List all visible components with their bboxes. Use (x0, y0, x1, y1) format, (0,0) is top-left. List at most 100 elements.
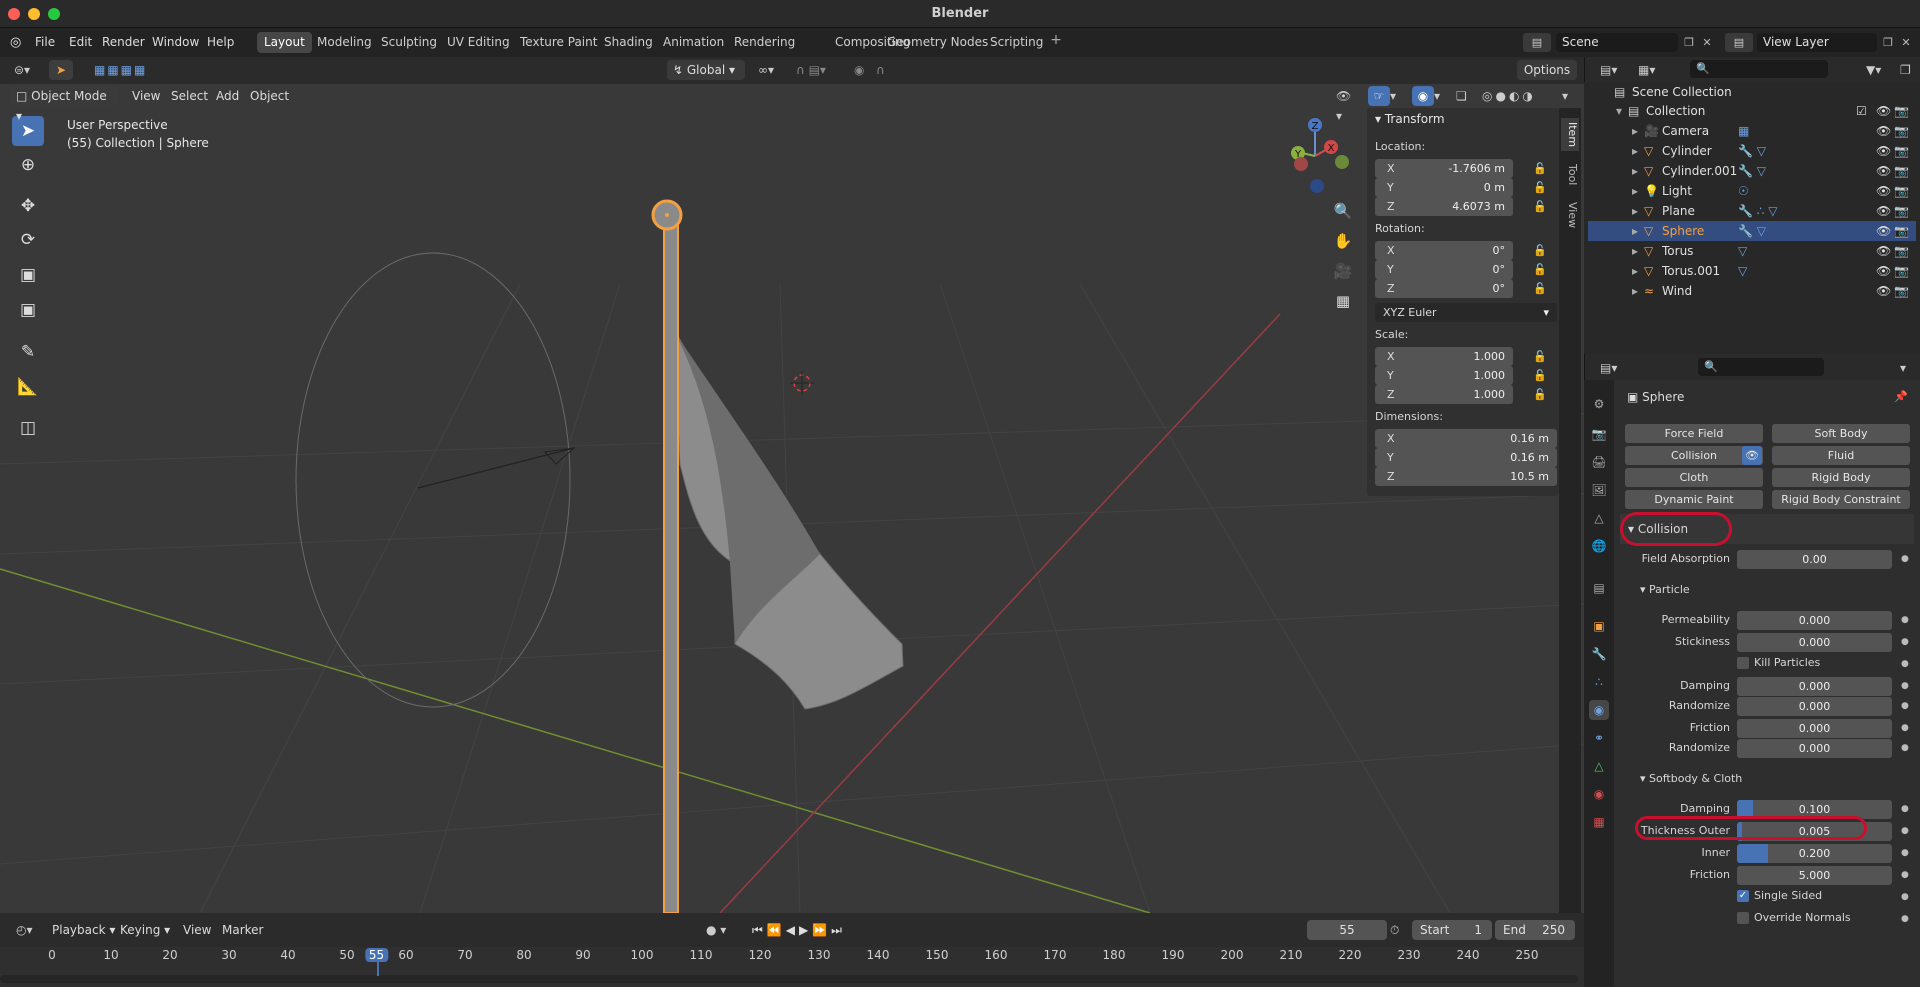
move-tool-icon[interactable]: ✥ (12, 191, 44, 221)
menu-marker[interactable]: Marker (216, 920, 269, 940)
expand-arrow-icon[interactable]: ▸ (1632, 201, 1638, 221)
stickiness-field[interactable]: 0.000 (1737, 633, 1892, 652)
menu-select[interactable]: Select (165, 86, 214, 106)
editor-type-icon[interactable]: ⊜▾ (8, 60, 40, 80)
keyframe-dot-icon[interactable]: ● (1901, 804, 1909, 814)
camera-render-icon[interactable]: 📷 (1894, 261, 1909, 281)
dimension-z-field[interactable]: Z 10.5 m (1375, 467, 1557, 486)
snapping-icon[interactable]: ∩ ▤▾ (790, 60, 840, 80)
navigation-gizmo[interactable]: Z X Y (1278, 110, 1360, 202)
outliner-item-cylinder-001[interactable]: ▸ ▽ Cylinder.001 🔧 ▽ 👁 📷 (1588, 161, 1916, 181)
view-layer-name-field[interactable]: View Layer (1757, 33, 1877, 52)
visibility-icon[interactable]: 👁▾ (1330, 86, 1360, 123)
dimension-y-field[interactable]: Y 0.16 m (1375, 448, 1557, 467)
add-cube-tool-icon[interactable]: ◫ (12, 413, 44, 443)
rotation-mode-dropdown[interactable]: XYZ Euler ▾ (1375, 303, 1557, 322)
flag-pole[interactable] (663, 211, 679, 913)
override-normals-checkbox[interactable] (1737, 912, 1749, 924)
camera-render-icon[interactable]: 📷 (1894, 281, 1909, 301)
keyframe-dot-icon[interactable]: ● (1901, 615, 1909, 625)
eye-icon[interactable]: 👁 (1876, 141, 1891, 161)
particle-header[interactable]: ▾ Particle (1640, 583, 1690, 596)
keyframe-dot-icon[interactable]: ● (1901, 870, 1909, 880)
eye-icon[interactable]: 👁 (1876, 241, 1891, 261)
view-layer-selector-icon[interactable]: ▤ (1725, 33, 1753, 52)
delete-scene-icon[interactable]: ✕ (1698, 33, 1716, 52)
mode-dropdown[interactable]: □ Object Mode ▾ (10, 86, 118, 123)
cursor-tool-icon[interactable]: ⊕ (12, 150, 44, 180)
rotation-x-field[interactable]: X 0° (1375, 241, 1513, 260)
new-scene-icon[interactable]: ❐ (1680, 33, 1698, 52)
expand-arrow-icon[interactable]: ▸ (1632, 281, 1638, 301)
tab-animation[interactable]: Animation (656, 32, 731, 53)
output-tab-icon[interactable]: 🖨 (1589, 452, 1609, 472)
tab-shading[interactable]: Shading (597, 32, 660, 53)
dynamic-paint-button[interactable]: Dynamic Paint (1625, 490, 1763, 509)
location-z-field[interactable]: Z 4.6073 m (1375, 197, 1513, 216)
scale-x-field[interactable]: X 1.000 (1375, 347, 1513, 366)
lock-icon[interactable]: 🔓 (1533, 200, 1547, 213)
outliner-editor-type-icon[interactable]: ▤▾ (1594, 60, 1626, 80)
tab-rendering[interactable]: Rendering (727, 32, 802, 53)
properties-editor-type-icon[interactable]: ▤▾ (1594, 358, 1626, 378)
include-checkbox-icon[interactable]: ☑ (1856, 101, 1867, 121)
playhead[interactable]: 55 (364, 948, 389, 962)
xray-icon[interactable]: ❏ (1456, 86, 1476, 106)
texture-tab-icon[interactable]: ▦ (1589, 812, 1609, 832)
proportional-editing-icon[interactable]: ◉ (848, 60, 866, 80)
outliner-item-sphere[interactable]: ▸ ▽ Sphere 🔧 ▽ 👁 📷 (1588, 221, 1916, 241)
camera-render-icon[interactable]: 📷 (1894, 161, 1909, 181)
annotate-tool-icon[interactable]: ✎ (12, 337, 44, 367)
outliner-item-cylinder[interactable]: ▸ ▽ Cylinder 🔧 ▽ 👁 📷 (1588, 141, 1916, 161)
properties-search-input[interactable]: 🔍 (1698, 358, 1824, 376)
stopwatch-icon[interactable]: ⏱ (1390, 920, 1410, 940)
timeline-editor-type-icon[interactable]: ◴▾ (10, 920, 42, 940)
gizmo-dropdown-icon[interactable]: ▾ (1390, 86, 1406, 106)
physics-tab-icon[interactable]: ◉ (1589, 700, 1609, 720)
friction-field[interactable]: 0.000 (1737, 719, 1892, 738)
filter-icon[interactable]: ▼▾ (1860, 60, 1890, 80)
blender-logo-icon[interactable]: ◎ (10, 35, 26, 50)
lock-icon[interactable]: 🔓 (1533, 388, 1547, 401)
pan-hand-icon[interactable]: ✋ (1329, 227, 1357, 255)
dimension-x-field[interactable]: X 0.16 m (1375, 429, 1557, 448)
outliner-item-wind[interactable]: ▸ ≈ Wind 👁 📷 (1588, 281, 1916, 301)
keyframe-dot-icon[interactable]: ● (1901, 701, 1909, 711)
ortho-grid-icon[interactable]: ▦ (1329, 287, 1357, 315)
playback-controls[interactable]: ⏮⏪◀▶⏩⏭ (746, 920, 860, 940)
keyframe-dot-icon[interactable]: ● (1901, 554, 1909, 564)
outliner-item-camera[interactable]: ▸ 🎥 Camera ▦ 👁 📷 (1588, 121, 1916, 141)
keyframe-dot-icon[interactable]: ● (1901, 681, 1909, 691)
transform-orientation-dropdown[interactable]: ↯ Global ▾ (667, 60, 745, 80)
scene-tab-icon[interactable]: △ (1589, 508, 1609, 528)
cloth-button[interactable]: Cloth (1625, 468, 1763, 487)
gizmo-neg-z-axis[interactable] (1310, 179, 1324, 193)
shading-dropdown-icon[interactable]: ▾ (1562, 86, 1578, 106)
expand-arrow-icon[interactable]: ▾ (1616, 101, 1622, 121)
menu-keying[interactable]: Keying ▾ (114, 920, 176, 940)
expand-arrow-icon[interactable]: ▸ (1632, 161, 1638, 181)
delete-view-layer-icon[interactable]: ✕ (1897, 33, 1915, 52)
inner-field[interactable]: 0.200 (1737, 844, 1892, 863)
rigid-body-button[interactable]: Rigid Body (1772, 468, 1910, 487)
view-layer-tab-icon[interactable]: 🖼 (1589, 480, 1609, 500)
rotation-y-field[interactable]: Y 0° (1375, 260, 1513, 279)
menu-timeline-view[interactable]: View (177, 920, 217, 940)
tab-item[interactable]: Item (1561, 118, 1579, 152)
randomize-friction-field[interactable]: 0.000 (1737, 739, 1892, 758)
outliner-collection[interactable]: ▾ ▤ Collection ☑ 👁 📷 (1588, 101, 1916, 121)
eye-icon[interactable]: 👁 (1876, 281, 1891, 301)
menu-object[interactable]: Object (244, 86, 295, 106)
select-tool-icon[interactable]: ➤ (49, 60, 73, 80)
collection-tab-icon[interactable]: ▤ (1589, 578, 1609, 598)
outliner-scene-collection[interactable]: ▤ Scene Collection (1588, 82, 1916, 102)
material-tab-icon[interactable]: ◉ (1589, 784, 1609, 804)
location-x-field[interactable]: X -1.7606 m (1375, 159, 1513, 178)
tab-view[interactable]: View (1561, 202, 1579, 228)
tab-texture-paint[interactable]: Texture Paint (513, 32, 604, 53)
keyframe-dot-icon[interactable]: ● (1901, 892, 1909, 902)
lock-icon[interactable]: 🔓 (1533, 244, 1547, 257)
soft-body-button[interactable]: Soft Body (1772, 424, 1910, 443)
measure-tool-icon[interactable]: 📐 (12, 372, 44, 402)
scene-name-field[interactable]: Scene (1556, 33, 1678, 52)
